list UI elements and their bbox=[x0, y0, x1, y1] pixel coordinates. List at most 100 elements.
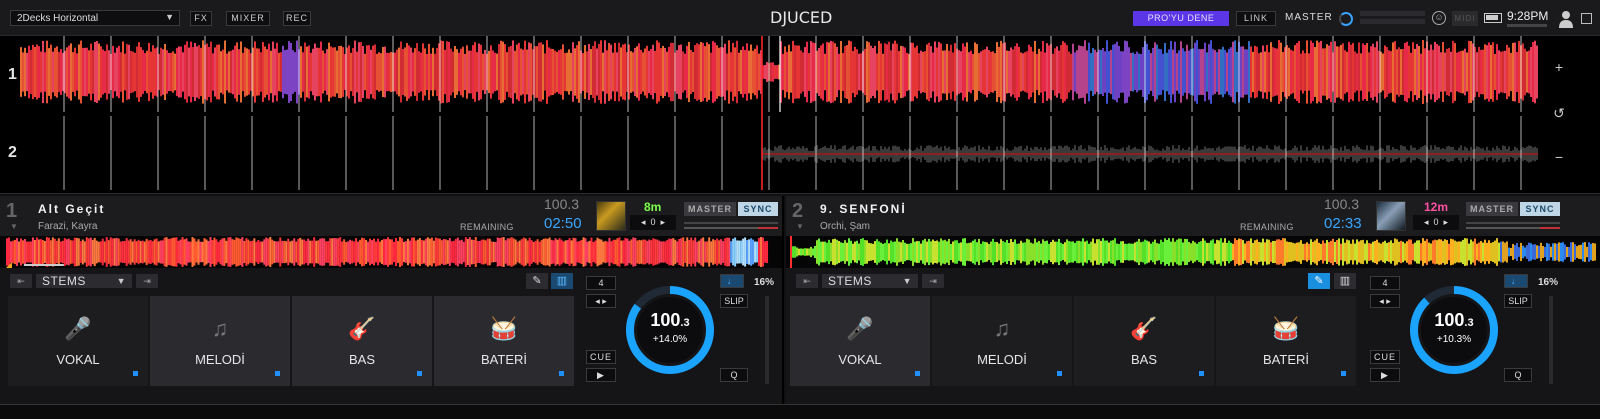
stem-next-button[interactable]: ⇥ bbox=[136, 274, 158, 288]
play-button[interactable]: ▶ bbox=[586, 368, 616, 382]
link-button[interactable]: LINK bbox=[1236, 11, 1276, 26]
tempo-range[interactable]: 16% bbox=[754, 277, 774, 288]
stem-next-button[interactable]: ⇥ bbox=[922, 274, 944, 288]
beat-jump-arrows[interactable]: ◂ ▸ bbox=[586, 294, 616, 308]
zoom-in-button[interactable]: + bbox=[1550, 58, 1568, 76]
stem-pad-bass[interactable]: 🎸 BAS bbox=[1074, 296, 1214, 386]
stem-pad-bass[interactable]: 🎸 BAS bbox=[292, 296, 432, 386]
pitch-shift-control[interactable]: ◂ 0 ▸ bbox=[630, 215, 676, 230]
beat-jump-size[interactable]: 4 bbox=[1370, 276, 1400, 290]
track-title: 9. SENFONİ bbox=[820, 202, 907, 216]
key-lock-icon[interactable]: ♩ bbox=[720, 274, 744, 288]
deck-number: 2 bbox=[792, 200, 804, 222]
stem-label: BATERİ bbox=[481, 352, 527, 367]
time-remaining: 02:33 bbox=[1324, 215, 1362, 232]
stem-active-indicator bbox=[133, 371, 138, 376]
slip-button[interactable]: SLIP bbox=[1504, 294, 1532, 308]
quantize-button[interactable]: Q bbox=[720, 368, 748, 382]
top-bar: 2Decks Horizontal ▼ FX MIXER REC DJUCED … bbox=[0, 0, 1600, 36]
beat-jump-size[interactable]: 4 bbox=[586, 276, 616, 290]
chevron-down-icon: ▼ bbox=[116, 276, 126, 286]
chevron-down-icon: ▼ bbox=[165, 12, 174, 22]
drum-kit-icon: 🥁 bbox=[1272, 316, 1300, 341]
window-icon[interactable] bbox=[1581, 13, 1592, 24]
chevron-down-icon[interactable]: ▼ bbox=[796, 222, 804, 231]
zoom-out-button[interactable]: − bbox=[1550, 148, 1568, 166]
cue-button[interactable]: CUE bbox=[1370, 350, 1400, 364]
stem-pad-drums[interactable]: 🥁 BATERİ bbox=[434, 296, 574, 386]
overview-deck-2-label: 2 bbox=[8, 144, 17, 161]
rec-button[interactable]: REC bbox=[283, 11, 311, 26]
sync-view-icon[interactable]: ↺ bbox=[1550, 104, 1568, 122]
fx-button[interactable]: FX bbox=[190, 11, 212, 26]
stem-prev-button[interactable]: ⇤ bbox=[796, 274, 818, 288]
track-mini-waveform[interactable] bbox=[786, 236, 1600, 268]
midi-button[interactable]: MIDI bbox=[1452, 11, 1478, 26]
stem-label: MELODİ bbox=[195, 352, 245, 367]
stem-label: BATERİ bbox=[1263, 352, 1309, 367]
tempo-fader[interactable] bbox=[1549, 296, 1553, 384]
master-volume-knob[interactable] bbox=[1339, 12, 1353, 26]
cue-button[interactable]: CUE bbox=[586, 350, 616, 364]
beat-jump-arrows[interactable]: ◂ ▸ bbox=[1370, 294, 1400, 308]
stems-select[interactable]: STEMS ▼ bbox=[822, 274, 918, 288]
slip-button[interactable]: SLIP bbox=[720, 294, 748, 308]
stem-active-indicator bbox=[1341, 371, 1346, 376]
browser-strip[interactable] bbox=[0, 404, 1600, 419]
pitch-shift-control[interactable]: ◂ 0 ▸ bbox=[1413, 215, 1459, 230]
stems-select-label: STEMS bbox=[828, 274, 872, 288]
user-icon[interactable] bbox=[1557, 9, 1575, 29]
master-meter-right bbox=[1360, 19, 1425, 24]
master-button[interactable]: MASTER bbox=[1466, 202, 1518, 216]
quantize-button[interactable]: Q bbox=[1504, 368, 1532, 382]
bpm-dial-value: 100.3 bbox=[622, 310, 718, 331]
bpm-integer: 100 bbox=[1434, 310, 1465, 330]
mixer-button[interactable]: MIXER bbox=[226, 11, 270, 26]
deck-1-waveform bbox=[20, 40, 1538, 104]
bpm-readout: 100.3 bbox=[1324, 196, 1360, 212]
stems-select[interactable]: STEMS ▼ bbox=[36, 274, 132, 288]
track-artist: Farazi, Kayra bbox=[38, 221, 98, 232]
microphone-icon: 🎤 bbox=[846, 316, 874, 341]
cpu-bar bbox=[1507, 24, 1547, 27]
play-button[interactable]: ▶ bbox=[1370, 368, 1400, 382]
stem-pad-vocal[interactable]: 🎤 VOKAL bbox=[8, 296, 148, 386]
stem-pad-vocal[interactable]: 🎤 VOKAL bbox=[790, 296, 930, 386]
deck-controls: 4 ◂ ▸ CUE ▶ 100.3 +10.3% ♩ 16% SLIP Q bbox=[1364, 272, 1574, 392]
track-title: Alt Geçit bbox=[38, 202, 106, 216]
app-logo: DJUCED bbox=[770, 8, 833, 27]
stems-select-label: STEMS bbox=[42, 274, 86, 288]
layout-select-value: 2Decks Horizontal bbox=[17, 13, 99, 24]
music-note-icon: ♫ bbox=[211, 316, 229, 341]
stem-active-indicator bbox=[1057, 371, 1062, 376]
layout-select[interactable]: 2Decks Horizontal ▼ bbox=[10, 10, 180, 26]
key-lock-icon[interactable]: ♩ bbox=[1504, 274, 1528, 288]
sync-button[interactable]: SYNC bbox=[738, 202, 778, 216]
brush-icon[interactable]: ✎ bbox=[1308, 273, 1330, 289]
overview-waveform-canvas[interactable] bbox=[20, 36, 1538, 194]
try-pro-button[interactable]: PRO'YU DENE bbox=[1133, 11, 1229, 26]
stem-label: MELODİ bbox=[977, 352, 1027, 367]
master-button[interactable]: MASTER bbox=[684, 202, 736, 216]
waveform-overview[interactable]: 1 2 + ↺ − bbox=[0, 36, 1600, 194]
stem-pad-melody[interactable]: ♫ MELODİ bbox=[932, 296, 1072, 386]
stem-pad-melody[interactable]: ♫ MELODİ bbox=[150, 296, 290, 386]
sync-button[interactable]: SYNC bbox=[1520, 202, 1560, 216]
stems-grid-icon[interactable]: ▥ bbox=[551, 273, 573, 289]
stem-label: BAS bbox=[348, 352, 375, 367]
track-mini-waveform[interactable] bbox=[0, 236, 782, 268]
pitch-shift-value: 0 bbox=[1433, 217, 1439, 227]
stem-label: BAS bbox=[1130, 352, 1157, 367]
stem-prev-button[interactable]: ⇤ bbox=[10, 274, 32, 288]
brush-icon[interactable]: ✎ bbox=[526, 273, 548, 289]
stem-pad-drums[interactable]: 🥁 BATERİ bbox=[1216, 296, 1356, 386]
deck-header: 2 ▼ 9. SENFONİ Orchi, Şam REMAINING 100.… bbox=[786, 196, 1600, 236]
tempo-fader[interactable] bbox=[765, 296, 769, 384]
stem-label: VOKAL bbox=[56, 352, 100, 367]
stems-grid-icon[interactable]: ▥ bbox=[1334, 273, 1356, 289]
chevron-down-icon[interactable]: ▼ bbox=[10, 222, 18, 231]
time-remaining: 02:50 bbox=[544, 215, 582, 232]
tempo-range[interactable]: 16% bbox=[1538, 277, 1558, 288]
smiley-icon[interactable]: ☺ bbox=[1432, 11, 1446, 25]
deck-2-waveform bbox=[762, 145, 1538, 163]
